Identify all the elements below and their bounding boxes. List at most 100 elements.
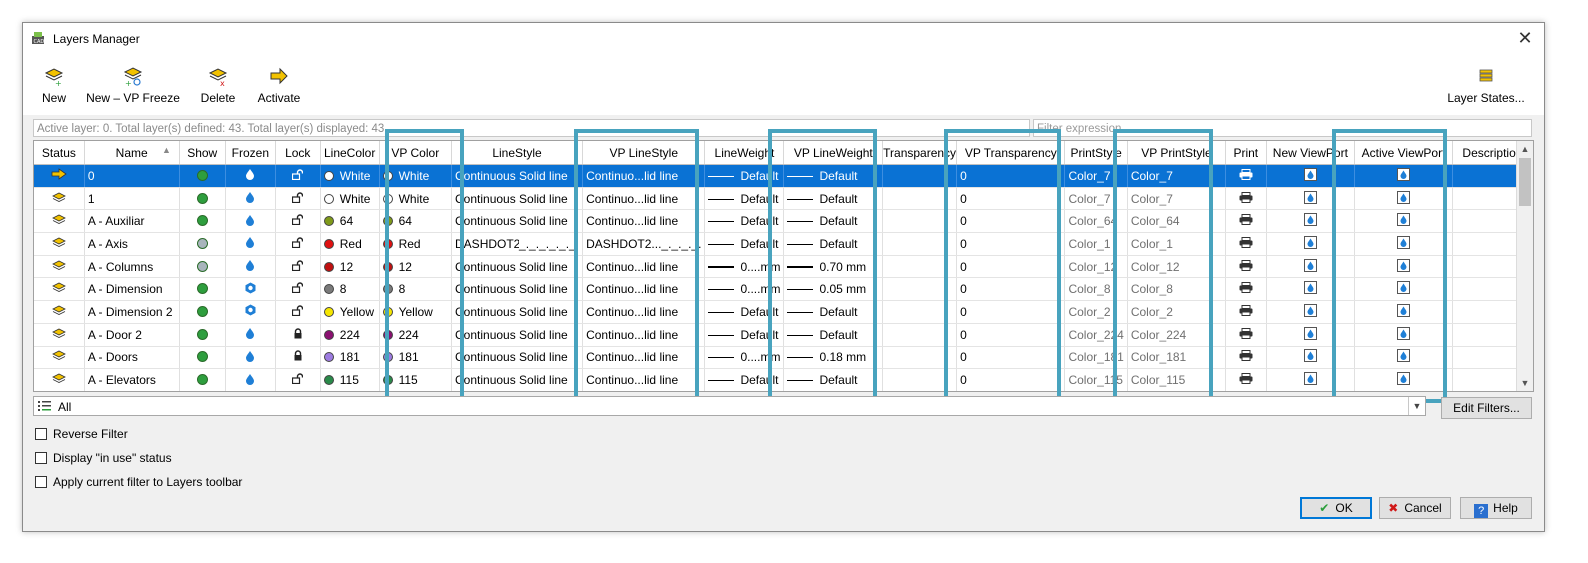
table-row[interactable]: 0 White White Continuous Solid line Continuo.… [34,164,1533,188]
printstyle-cell[interactable]: Color_181 [1064,346,1128,370]
printer-icon[interactable] [1225,209,1267,234]
table-row[interactable]: A - Dimension 2 Yellow Yellow Continuous Sol… [34,300,1533,324]
printstyle-cell[interactable]: Color_64 [1064,209,1128,234]
vp-linestyle-cell[interactable]: Continuo...lid line [582,187,706,211]
lock-icon[interactable] [275,346,321,370]
table-row[interactable]: A - Dimension 8 8 Continuous Solid line Conti… [34,277,1533,302]
lineweight-cell[interactable]: Default [704,232,785,256]
layer-name[interactable]: A - Dimension [84,277,180,302]
linestyle-cell[interactable]: Continuous Solid line [451,255,584,279]
lock-icon[interactable] [275,323,321,347]
column-header[interactable]: VP LineWeight [783,141,884,165]
vp-color-cell[interactable]: 64 [379,209,453,234]
printer-icon[interactable] [1225,164,1267,188]
active-viewport-freeze-icon[interactable] [1354,323,1453,347]
column-header[interactable]: VP PrintStyle [1127,141,1227,165]
layer-name[interactable]: A - Axis [84,232,180,256]
layer-name[interactable]: 1 [84,187,180,211]
column-header[interactable]: Lock [275,141,321,165]
show-toggle-icon[interactable] [179,277,226,302]
lineweight-cell[interactable]: Default [704,187,785,211]
line-color-cell[interactable]: 115 [320,368,380,391]
transparency-cell[interactable] [882,277,958,302]
lineweight-cell[interactable]: Default [704,323,785,347]
column-header[interactable]: Status [34,141,85,165]
vp-lineweight-cell[interactable]: Default [783,164,884,188]
new-viewport-freeze-icon[interactable] [1266,277,1356,302]
vp-lineweight-cell[interactable]: 0.70 mm [783,255,884,279]
show-toggle-icon[interactable] [179,323,226,347]
unlock-icon[interactable] [275,209,321,234]
new-viewport-freeze-icon[interactable] [1266,209,1356,234]
scrollbar-thumb[interactable] [1519,158,1531,206]
active-viewport-freeze-icon[interactable] [1354,187,1453,211]
layer-status-icon[interactable] [34,232,85,256]
show-toggle-icon[interactable] [179,300,226,324]
active-viewport-freeze-icon[interactable] [1354,368,1453,391]
printer-icon[interactable] [1225,187,1267,211]
linestyle-cell[interactable]: Continuous Solid line [451,323,584,347]
vp-lineweight-cell[interactable]: Default [783,323,884,347]
layer-name[interactable]: A - Doors [84,346,180,370]
vp-lineweight-cell[interactable]: Default [783,187,884,211]
active-viewport-freeze-icon[interactable] [1354,232,1453,256]
printstyle-cell[interactable]: Color_12 [1064,255,1128,279]
vp-transparency-cell[interactable]: 0 [956,277,1066,302]
vp-color-cell[interactable]: Yellow [379,300,453,324]
line-color-cell[interactable]: 181 [320,346,380,370]
vp-transparency-cell[interactable]: 0 [956,346,1066,370]
column-header[interactable]: VP Color [379,141,453,165]
linestyle-cell[interactable]: Continuous Solid line [451,277,584,302]
transparency-cell[interactable] [882,232,958,256]
layer-name[interactable]: A - Auxiliar [84,209,180,234]
printstyle-cell[interactable]: Color_115 [1064,368,1128,391]
transparency-cell[interactable] [882,255,958,279]
column-header[interactable]: New ViewPort [1266,141,1356,165]
apply-filter-toolbar-checkbox[interactable]: Apply current filter to Layers toolbar [35,475,242,489]
thawed-drop-icon[interactable] [225,255,276,279]
vp-linestyle-cell[interactable]: Continuo...lid line [582,277,706,302]
new-vp-freeze-button[interactable]: + New – VP Freeze [85,65,181,105]
transparency-cell[interactable] [882,209,958,234]
unlock-icon[interactable] [275,232,321,256]
column-header[interactable]: VP LineStyle [582,141,706,165]
scroll-down-icon[interactable]: ▼ [1517,375,1533,391]
show-toggle-icon[interactable] [179,187,226,211]
new-viewport-freeze-icon[interactable] [1266,323,1356,347]
vp-linestyle-cell[interactable]: Continuo...lid line [582,164,706,188]
vp-transparency-cell[interactable]: 0 [956,323,1066,347]
printstyle-cell[interactable]: Color_224 [1064,323,1128,347]
unlock-icon[interactable] [275,300,321,324]
edit-filters-button[interactable]: Edit Filters... [1441,397,1532,419]
table-row[interactable]: A - Doors 181 181 Continuous Solid line Conti… [34,346,1533,370]
checkbox-box[interactable] [35,452,47,464]
layer-name[interactable]: A - Dimension 2 [84,300,180,324]
table-row[interactable]: A - Columns 12 12 Continuous Solid line Conti… [34,255,1533,279]
checkbox-box[interactable] [35,476,47,488]
ok-button[interactable]: ✔ OK [1300,497,1372,519]
lineweight-cell[interactable]: Default [704,209,785,234]
layer-name[interactable]: A - Elevators [84,368,180,391]
vp-printstyle-cell[interactable]: Color_7 [1127,187,1227,211]
table-row[interactable]: A - Elevators 115 115 Continuous Solid line C… [34,368,1533,391]
vp-lineweight-cell[interactable]: 0.18 mm [783,346,884,370]
vp-printstyle-cell[interactable]: Color_7 [1127,164,1227,188]
vp-linestyle-cell[interactable]: DASHDOT2..._._._._. [582,232,706,256]
activate-layer-button[interactable]: Activate [254,65,304,105]
vp-color-cell[interactable]: 115 [379,368,453,391]
vp-transparency-cell[interactable]: 0 [956,164,1066,188]
column-header[interactable]: Print [1225,141,1267,165]
active-viewport-freeze-icon[interactable] [1354,300,1453,324]
lineweight-cell[interactable]: Default [704,368,785,391]
vp-linestyle-cell[interactable]: Continuo...lid line [582,368,706,391]
help-button[interactable]: ? Help [1460,497,1532,519]
table-row[interactable]: A - Auxiliar 64 64 Continuous Solid line Cont… [34,209,1533,234]
transparency-cell[interactable] [882,300,958,324]
line-color-cell[interactable]: 12 [320,255,380,279]
transparency-cell[interactable] [882,187,958,211]
display-in-use-checkbox[interactable]: Display "in use" status [35,451,172,465]
filter-expression-input[interactable]: Filter expression [1033,119,1532,137]
linestyle-cell[interactable]: Continuous Solid line [451,300,584,324]
lineweight-cell[interactable]: 0....mm [704,346,785,370]
vertical-scrollbar[interactable]: ▲ ▼ [1516,141,1533,391]
